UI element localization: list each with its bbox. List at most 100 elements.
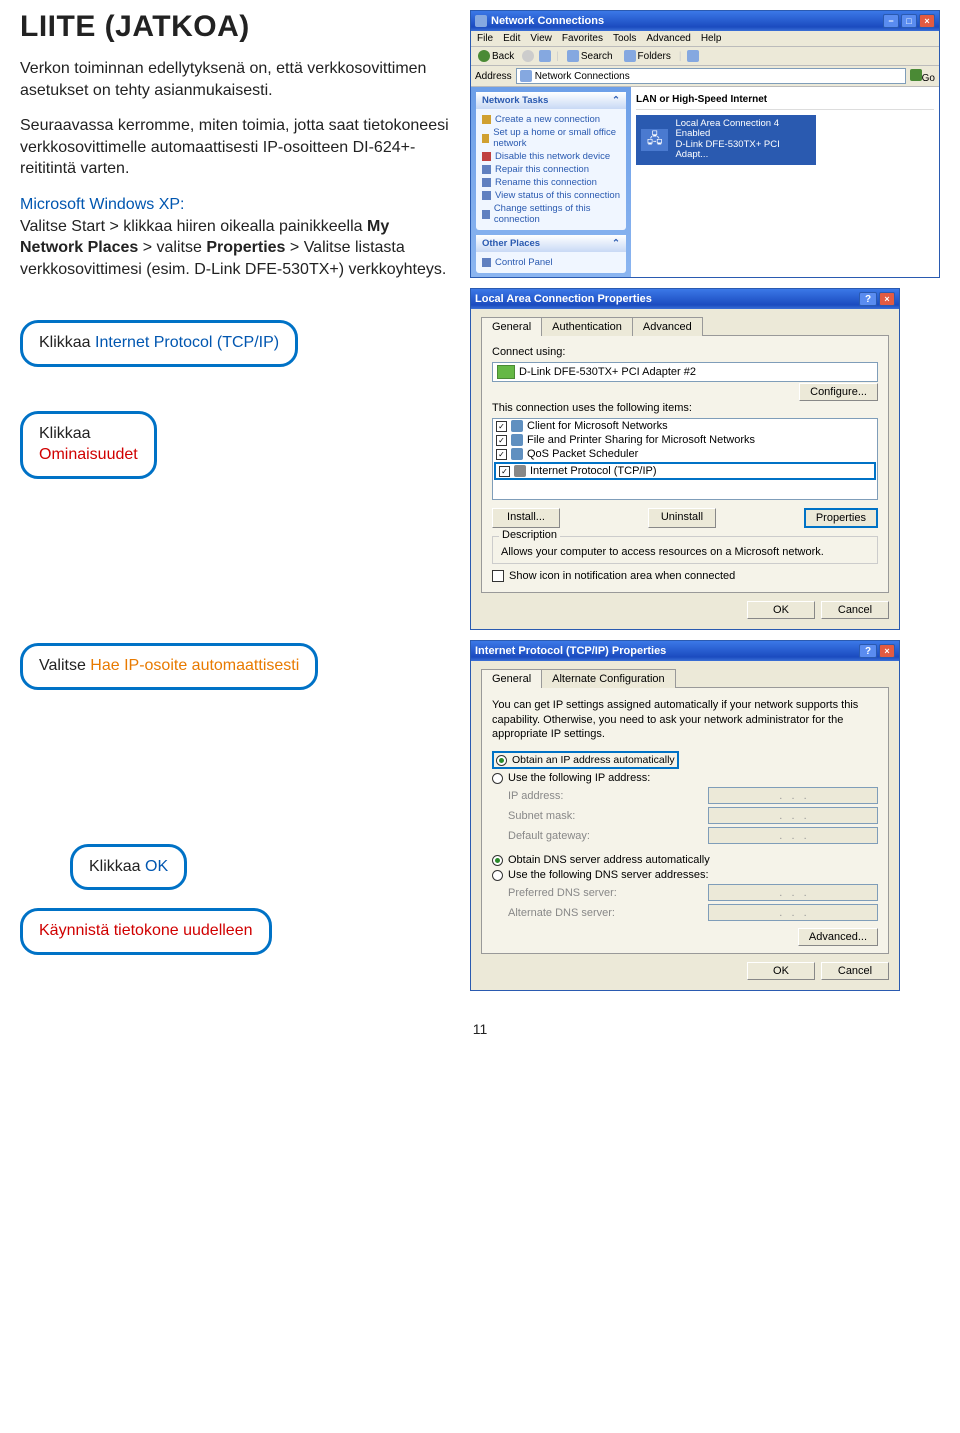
tab-general[interactable]: General — [481, 669, 542, 688]
task-setup[interactable]: Set up a home or small office network — [482, 126, 620, 150]
menu-advanced[interactable]: Advanced — [646, 33, 690, 44]
pref-dns-label: Preferred DNS server: — [508, 887, 617, 899]
protocol-icon — [514, 465, 526, 477]
use-dns-label: Use the following DNS server addresses: — [508, 869, 709, 881]
properties-button[interactable]: Properties — [804, 508, 878, 528]
callout-ok: Klikkaa OK — [70, 844, 187, 891]
qos-icon — [511, 448, 523, 460]
item-qos[interactable]: ✓QoS Packet Scheduler — [493, 447, 877, 461]
use-dns-radio[interactable] — [492, 870, 503, 881]
adapter-dropdown[interactable]: D-Link DFE-530TX+ PCI Adapter #2 — [492, 362, 878, 382]
search-button[interactable]: Search — [564, 49, 616, 63]
go-button[interactable]: Go — [910, 69, 935, 84]
callout-restart: Käynnistä tietokone uudelleen — [20, 908, 272, 955]
status-icon — [482, 191, 491, 200]
nc-titlebar[interactable]: Network Connections − □ × — [471, 11, 939, 31]
address-label: Address — [475, 71, 512, 82]
back-button[interactable]: Back — [475, 49, 517, 63]
install-button[interactable]: Install... — [492, 508, 560, 528]
wizard-icon — [482, 115, 491, 124]
close-button[interactable]: × — [879, 292, 895, 306]
network-adapter-icon: 🖧 — [640, 128, 669, 152]
pref-dns-field: . . . — [708, 884, 878, 901]
task-status[interactable]: View status of this connection — [482, 189, 620, 202]
alt-dns-field: . . . — [708, 904, 878, 921]
tcp-titlebar[interactable]: Internet Protocol (TCP/IP) Properties ? … — [471, 641, 899, 661]
task-rename[interactable]: Rename this connection — [482, 176, 620, 189]
address-icon — [520, 70, 532, 82]
control-panel-icon — [482, 258, 491, 267]
ok-button[interactable]: OK — [747, 962, 815, 980]
lan-section-header: LAN or High-Speed Internet — [636, 92, 934, 107]
other-control-panel[interactable]: Control Panel — [482, 256, 620, 269]
nc-toolbar: Back | Search Folders | — [471, 47, 939, 66]
ok-button[interactable]: OK — [747, 601, 815, 619]
close-button[interactable]: × — [919, 14, 935, 28]
desc-body: Allows your computer to access resources… — [501, 545, 869, 559]
collapse-icon: ⌃ — [612, 95, 620, 106]
subnet-label: Subnet mask: — [508, 810, 575, 822]
client-icon — [511, 420, 523, 432]
callout-tcpip: Klikkaa Internet Protocol (TCP/IP) — [20, 320, 298, 367]
cancel-button[interactable]: Cancel — [821, 601, 889, 619]
gateway-field: . . . — [708, 827, 878, 844]
maximize-button[interactable]: □ — [901, 14, 917, 28]
obtain-dns-radio[interactable] — [492, 855, 503, 866]
task-create[interactable]: Create a new connection — [482, 113, 620, 126]
minimize-button[interactable]: − — [883, 14, 899, 28]
use-ip-radio[interactable] — [492, 773, 503, 784]
help-button[interactable]: ? — [859, 292, 877, 306]
back-icon — [478, 50, 490, 62]
menu-file[interactable]: File — [477, 33, 493, 44]
obtain-dns-label: Obtain DNS server address automatically — [508, 854, 710, 866]
tab-advanced[interactable]: Advanced — [632, 317, 703, 336]
obtain-ip-radio[interactable] — [496, 755, 507, 766]
tab-general[interactable]: General — [481, 317, 542, 336]
ip-address-field: . . . — [708, 787, 878, 804]
lac-titlebar[interactable]: Local Area Connection Properties ? × — [471, 289, 899, 309]
item-fileprint[interactable]: ✓File and Printer Sharing for Microsoft … — [493, 433, 877, 447]
show-icon-checkbox[interactable] — [492, 570, 504, 582]
network-tasks-header[interactable]: Network Tasks⌃ — [476, 92, 626, 109]
desc-label: Description — [499, 529, 560, 541]
uninstall-button[interactable]: Uninstall — [648, 508, 716, 528]
views-icon[interactable] — [687, 50, 699, 62]
up-icon[interactable] — [539, 50, 551, 62]
settings-icon — [482, 210, 490, 219]
connect-using-label: Connect using: — [492, 346, 878, 358]
lan-connection-item[interactable]: 🖧 Local Area Connection 4 Enabled D-Link… — [636, 115, 816, 165]
item-client[interactable]: ✓Client for Microsoft Networks — [493, 419, 877, 433]
repair-icon — [482, 165, 491, 174]
callout-obtain-ip: Valitse Hae IP-osoite automaattisesti — [20, 643, 318, 690]
tcp-blurb: You can get IP settings assigned automat… — [492, 698, 878, 741]
item-tcpip[interactable]: ✓Internet Protocol (TCP/IP) — [494, 462, 876, 480]
task-disable[interactable]: Disable this network device — [482, 150, 620, 163]
menu-edit[interactable]: Edit — [503, 33, 520, 44]
cancel-button[interactable]: Cancel — [821, 962, 889, 980]
obtain-ip-label: Obtain an IP address automatically — [512, 754, 675, 766]
tab-auth[interactable]: Authentication — [541, 317, 633, 336]
other-places-header[interactable]: Other Places⌃ — [476, 235, 626, 252]
show-icon-label: Show icon in notification area when conn… — [509, 570, 735, 582]
close-button[interactable]: × — [879, 644, 895, 658]
tab-alternate[interactable]: Alternate Configuration — [541, 669, 676, 688]
menu-view[interactable]: View — [530, 33, 552, 44]
subnet-field: . . . — [708, 807, 878, 824]
menu-help[interactable]: Help — [701, 33, 722, 44]
task-repair[interactable]: Repair this connection — [482, 163, 620, 176]
task-settings[interactable]: Change settings of this connection — [482, 202, 620, 226]
menu-favorites[interactable]: Favorites — [562, 33, 603, 44]
tcpip-properties-window: Internet Protocol (TCP/IP) Properties ? … — [470, 640, 900, 991]
address-field[interactable]: Network Connections — [516, 68, 906, 84]
uses-items-label: This connection uses the following items… — [492, 402, 878, 414]
configure-button[interactable]: Configure... — [799, 383, 878, 401]
forward-icon[interactable] — [522, 50, 534, 62]
help-button[interactable]: ? — [859, 644, 877, 658]
adapter-icon — [497, 365, 515, 379]
menu-tools[interactable]: Tools — [613, 33, 636, 44]
items-listbox[interactable]: ✓Client for Microsoft Networks ✓File and… — [492, 418, 878, 500]
network-connections-window: Network Connections − □ × File Edit View… — [470, 10, 940, 278]
disable-icon — [482, 152, 491, 161]
folders-button[interactable]: Folders — [621, 49, 674, 63]
advanced-button[interactable]: Advanced... — [798, 928, 878, 946]
